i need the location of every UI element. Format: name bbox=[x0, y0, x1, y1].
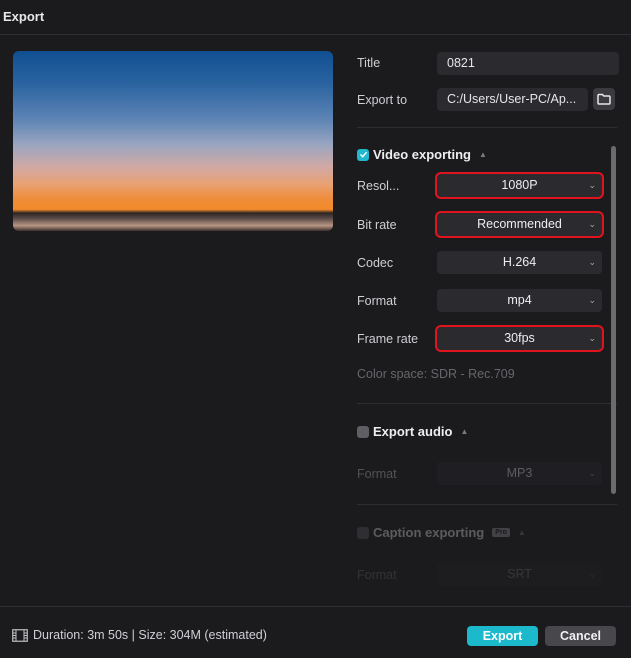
caption-format-label: Format bbox=[357, 568, 397, 582]
title-input[interactable]: 0821 bbox=[437, 52, 619, 75]
caption-exporting-header: Caption exporting Pro ▲ bbox=[357, 525, 526, 540]
audio-format-label: Format bbox=[357, 467, 397, 481]
frame-rate-select[interactable]: 30fps ⌄ bbox=[437, 327, 602, 350]
export-audio-checkbox[interactable] bbox=[357, 425, 369, 438]
chevron-down-icon: ⌄ bbox=[588, 219, 596, 229]
codec-value: H.264 bbox=[502, 255, 537, 269]
chevron-down-icon: ⌄ bbox=[588, 295, 596, 305]
format-label: Format bbox=[357, 294, 397, 308]
collapse-caret-icon[interactable]: ▲ bbox=[479, 150, 487, 159]
audio-format-value: MP3 bbox=[506, 466, 533, 480]
duration-size-text: Duration: 3m 50s | Size: 304M (estimated… bbox=[33, 628, 267, 642]
title-bar: Export bbox=[0, 0, 631, 35]
chevron-down-icon: ⌄ bbox=[588, 333, 596, 343]
format-select[interactable]: mp4 ⌄ bbox=[437, 289, 602, 312]
pro-badge: Pro bbox=[492, 528, 510, 537]
caption-format-select: SRT ⌄ bbox=[437, 563, 602, 586]
cancel-button[interactable]: Cancel bbox=[545, 626, 616, 646]
window-title: Export bbox=[3, 9, 45, 24]
caption-exporting-label: Caption exporting bbox=[373, 525, 485, 540]
caption-exporting-checkbox bbox=[357, 526, 369, 539]
title-label: Title bbox=[357, 56, 381, 70]
export-to-label: Export to bbox=[357, 93, 408, 107]
export-button[interactable]: Export bbox=[467, 626, 538, 646]
chevron-down-icon: ⌄ bbox=[588, 468, 596, 478]
resolution-label: Resol... bbox=[357, 179, 400, 193]
bit-rate-value: Recommended bbox=[477, 217, 562, 231]
video-exporting-checkbox[interactable] bbox=[357, 148, 369, 161]
divider bbox=[357, 403, 617, 404]
audio-format-select: MP3 ⌄ bbox=[437, 462, 602, 485]
export-audio-label: Export audio bbox=[373, 424, 453, 439]
check-icon bbox=[359, 151, 367, 158]
color-space-note: Color space: SDR - Rec.709 bbox=[357, 367, 515, 381]
codec-label: Codec bbox=[357, 256, 394, 270]
export-info: Duration: 3m 50s | Size: 304M (estimated… bbox=[12, 628, 267, 642]
caption-format-value: SRT bbox=[507, 567, 532, 581]
format-value: mp4 bbox=[507, 293, 532, 307]
chevron-down-icon: ⌄ bbox=[588, 257, 596, 267]
frame-rate-label: Frame rate bbox=[357, 332, 419, 346]
folder-icon bbox=[597, 93, 611, 105]
chevron-down-icon: ⌄ bbox=[588, 180, 596, 190]
bit-rate-label: Bit rate bbox=[357, 218, 397, 232]
footer: Duration: 3m 50s | Size: 304M (estimated… bbox=[0, 606, 631, 658]
divider bbox=[357, 127, 617, 128]
resolution-value: 1080P bbox=[501, 178, 538, 192]
resolution-select[interactable]: 1080P ⌄ bbox=[437, 174, 602, 197]
browse-folder-button[interactable] bbox=[593, 88, 615, 110]
collapse-caret-icon[interactable]: ▲ bbox=[460, 427, 468, 436]
export-path-value: C:/Users/User-PC/Ap... bbox=[447, 92, 577, 106]
collapse-caret-icon: ▲ bbox=[517, 528, 526, 537]
video-exporting-header[interactable]: Video exporting ▲ bbox=[357, 147, 487, 162]
export-path-input[interactable]: C:/Users/User-PC/Ap... bbox=[437, 88, 588, 111]
settings-scrollbar[interactable] bbox=[611, 146, 616, 494]
codec-select[interactable]: H.264 ⌄ bbox=[437, 251, 602, 274]
export-audio-header[interactable]: Export audio ▲ bbox=[357, 424, 468, 439]
film-icon bbox=[12, 628, 28, 642]
chevron-down-icon: ⌄ bbox=[588, 569, 596, 579]
video-preview bbox=[13, 51, 333, 231]
title-input-value: 0821 bbox=[447, 56, 475, 70]
video-exporting-label: Video exporting bbox=[373, 147, 471, 162]
bit-rate-select[interactable]: Recommended ⌄ bbox=[437, 213, 602, 236]
divider bbox=[357, 504, 617, 505]
frame-rate-value: 30fps bbox=[504, 331, 535, 345]
